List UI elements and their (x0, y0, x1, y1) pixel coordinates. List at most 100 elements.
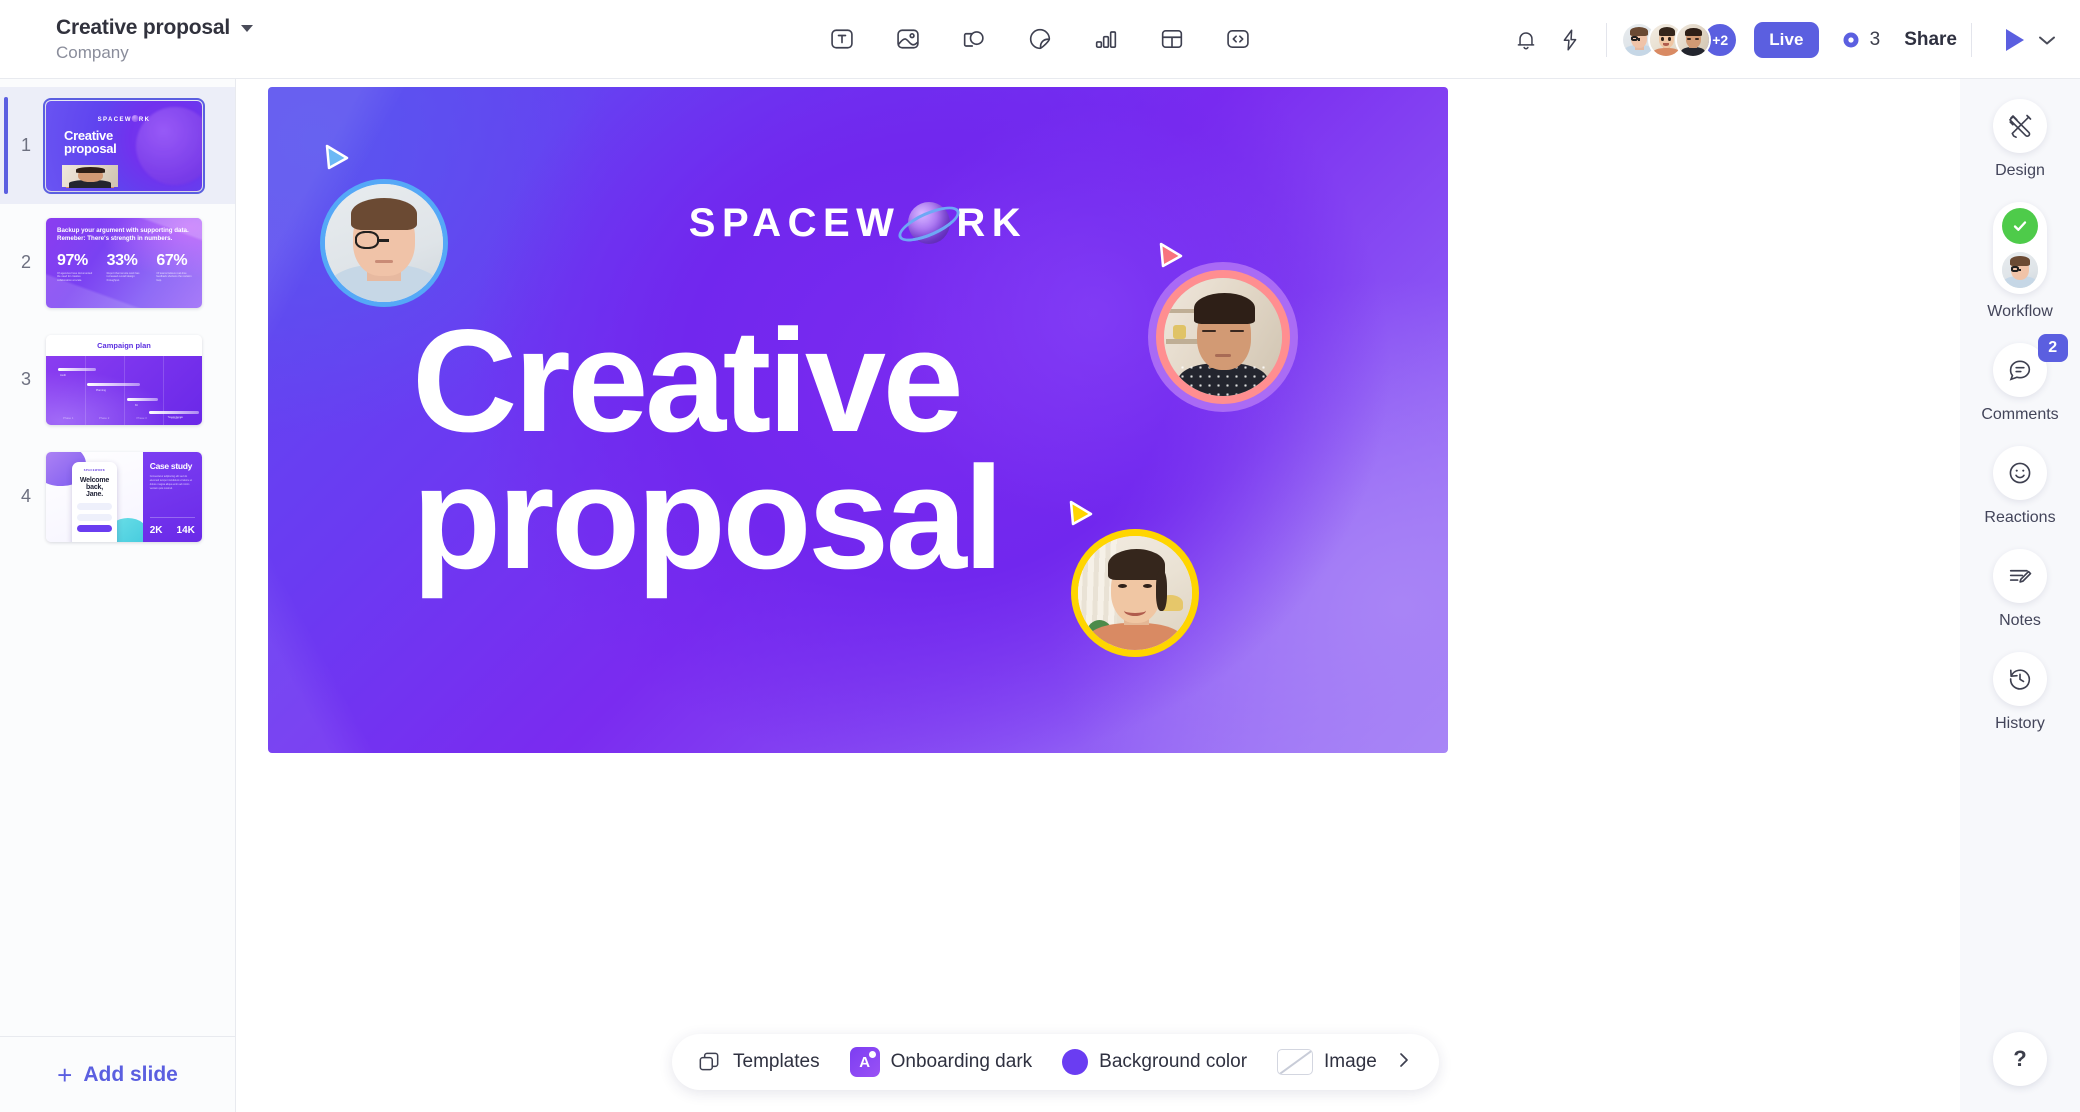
workflow-approval-icon (1993, 202, 2047, 294)
thumb-gantt-chart: Audit Planning Kit Test & Iterate Phase … (46, 355, 202, 425)
metric-value: 14K (176, 524, 195, 536)
rail-label: Workflow (1987, 303, 2053, 320)
gantt-bar (148, 410, 199, 414)
collaborator-avatars[interactable]: +2 (1621, 21, 1739, 58)
phone-frame: SPACEWORK Welcome back, Jane. (72, 461, 117, 542)
bell-icon[interactable] (1504, 18, 1548, 62)
gantt-bar (58, 367, 96, 371)
slide-number: 1 (20, 135, 31, 155)
slide-thumb-preview[interactable]: SPACEW RK Creative proposal (43, 97, 205, 194)
slide-canvas[interactable]: SPACEW RK Creative proposal (268, 87, 1448, 753)
phone-input-field (77, 502, 112, 510)
participant-face (325, 184, 443, 302)
play-icon[interactable] (2006, 28, 2024, 51)
participant-video-bubble-3[interactable] (1071, 529, 1199, 657)
rail-label: Comments (1981, 406, 2059, 423)
live-button[interactable]: Live (1754, 21, 1819, 58)
templates-stack-icon (699, 1052, 719, 1071)
top-bar: Creative proposal Company +2 Live 3 Shar… (0, 0, 2080, 79)
participant-video-bubble-1[interactable] (320, 179, 448, 307)
thumb-case-study-panel: Case study Consectetur adipiscing elit s… (142, 451, 202, 542)
add-slide-button[interactable]: + Add slide (0, 1036, 235, 1112)
sticker-icon[interactable] (1025, 24, 1055, 54)
viewer-count[interactable]: 3 (1841, 29, 1880, 51)
text-box-icon[interactable] (827, 24, 857, 54)
stat-caption: Report that remote work has increased ov… (106, 271, 140, 283)
slide-number: 4 (20, 486, 31, 506)
phone-submit-button (77, 524, 112, 532)
rail-item-notes[interactable]: Notes (1993, 549, 2047, 630)
slide-thumbnail-1[interactable]: 1 SPACEW RK Creative proposal (0, 87, 235, 204)
stat-value: 33% (106, 251, 138, 269)
thumb-phone-mockup: SPACEWORK Welcome back, Jane. (46, 451, 143, 542)
slide-number: 3 (20, 369, 31, 389)
phone-welcome-line1: Welcome (79, 476, 110, 484)
gantt-bar (127, 398, 159, 402)
rail-item-history[interactable]: History (1993, 652, 2047, 733)
paintbrush-ruler-icon (1993, 99, 2047, 153)
table-icon[interactable] (1157, 24, 1187, 54)
rail-label: Reactions (1984, 509, 2056, 526)
theme-label: Onboarding dark (890, 1051, 1033, 1072)
rail-label: Design (1995, 162, 2045, 179)
stat-value: 67% (156, 251, 188, 269)
slide-thumb-preview[interactable]: Campaign plan Audit Planning Kit Test & … (46, 334, 202, 425)
notes-pencil-icon (1993, 549, 2047, 603)
rail-item-design[interactable]: Design (1993, 99, 2047, 180)
divider (1606, 22, 1608, 57)
thumb-body: Consectetur adipiscing elit sed do eiusm… (149, 474, 193, 491)
slide-list[interactable]: 1 SPACEW RK Creative proposal 2 Backup y… (0, 79, 235, 1036)
image-button[interactable]: Image (1277, 1049, 1377, 1075)
stat-value: 97% (57, 251, 88, 269)
planet-icon (894, 199, 965, 249)
bar-chart-icon[interactable] (1091, 24, 1121, 54)
slide-headline[interactable]: Creative proposal (412, 308, 1032, 591)
templates-button[interactable]: Templates (696, 1049, 820, 1075)
shapes-icon[interactable] (959, 24, 989, 54)
slide-thumbnail-3[interactable]: 3 Campaign plan Audit Planning Kit Test … (0, 321, 235, 438)
image-icon[interactable] (893, 24, 923, 54)
rail-label: History (1995, 715, 2045, 732)
cursor-pointer-pink-icon (1156, 241, 1186, 273)
thumb-title: Creative proposal (64, 127, 117, 157)
thumb-avatars (62, 164, 118, 189)
gantt-axis-label: Phase 1 (63, 415, 74, 420)
status-badge: 2 (2037, 334, 2068, 362)
gantt-bar-label: Kit (134, 404, 138, 408)
rail-item-comments[interactable]: 2 Comments (1981, 334, 2068, 424)
participant-video-bubble-2[interactable] (1156, 270, 1290, 404)
thumb-title: Case study (149, 460, 193, 471)
lightning-bolt-icon[interactable] (1548, 18, 1592, 62)
thumb-headline-line1: Backup your argument with supporting dat… (57, 226, 189, 234)
thumb-headline-line2: Remeber: There's strength in numbers. (57, 235, 173, 243)
rail-label: Notes (1999, 612, 2041, 629)
code-embed-icon[interactable] (1223, 24, 1253, 54)
slide-thumb-preview[interactable]: SPACEWORK Welcome back, Jane. Case study (46, 451, 202, 542)
title-chevron-down-icon[interactable] (241, 25, 253, 32)
slide-thumbnail-2[interactable]: 2 Backup your argument with supporting d… (0, 204, 235, 321)
slide-thumbnail-4[interactable]: 4 SPACEWORK Welcome back, Jane. Case stu… (0, 438, 235, 555)
chevron-right-icon[interactable] (1395, 1050, 1413, 1075)
check-icon (2002, 208, 2038, 244)
logo-text-right: RK (956, 201, 1028, 245)
rail-item-workflow[interactable]: Workflow (1987, 202, 2053, 321)
slide-thumb-preview[interactable]: Backup your argument with supporting dat… (46, 217, 202, 308)
background-color-button[interactable]: Background color (1062, 1049, 1247, 1075)
headline-line2: proposal (412, 436, 1004, 600)
share-button[interactable]: Share (1904, 29, 1957, 51)
eye-icon (1843, 32, 1859, 47)
rail-item-reactions[interactable]: Reactions (1984, 446, 2056, 527)
thumb-title-line1: Creative (64, 127, 113, 143)
stat-caption: Of agencies have documented the need for… (57, 271, 93, 283)
document-meta: Creative proposal Company (0, 16, 300, 63)
slide-style-bar: Templates A Onboarding dark Background c… (672, 1034, 1439, 1090)
avatar[interactable] (1675, 21, 1712, 58)
gantt-bar-label: Planning (95, 389, 107, 393)
present-chevron-down-icon[interactable] (2038, 34, 2056, 46)
divider (1971, 22, 1972, 57)
help-button[interactable]: ? (1993, 1032, 2047, 1086)
thumb-stat: 33% Report that remote work has increase… (107, 252, 145, 284)
theme-button[interactable]: A Onboarding dark (849, 1047, 1033, 1077)
history-clock-icon (1993, 652, 2047, 706)
background-color-label: Background color (1099, 1051, 1248, 1072)
